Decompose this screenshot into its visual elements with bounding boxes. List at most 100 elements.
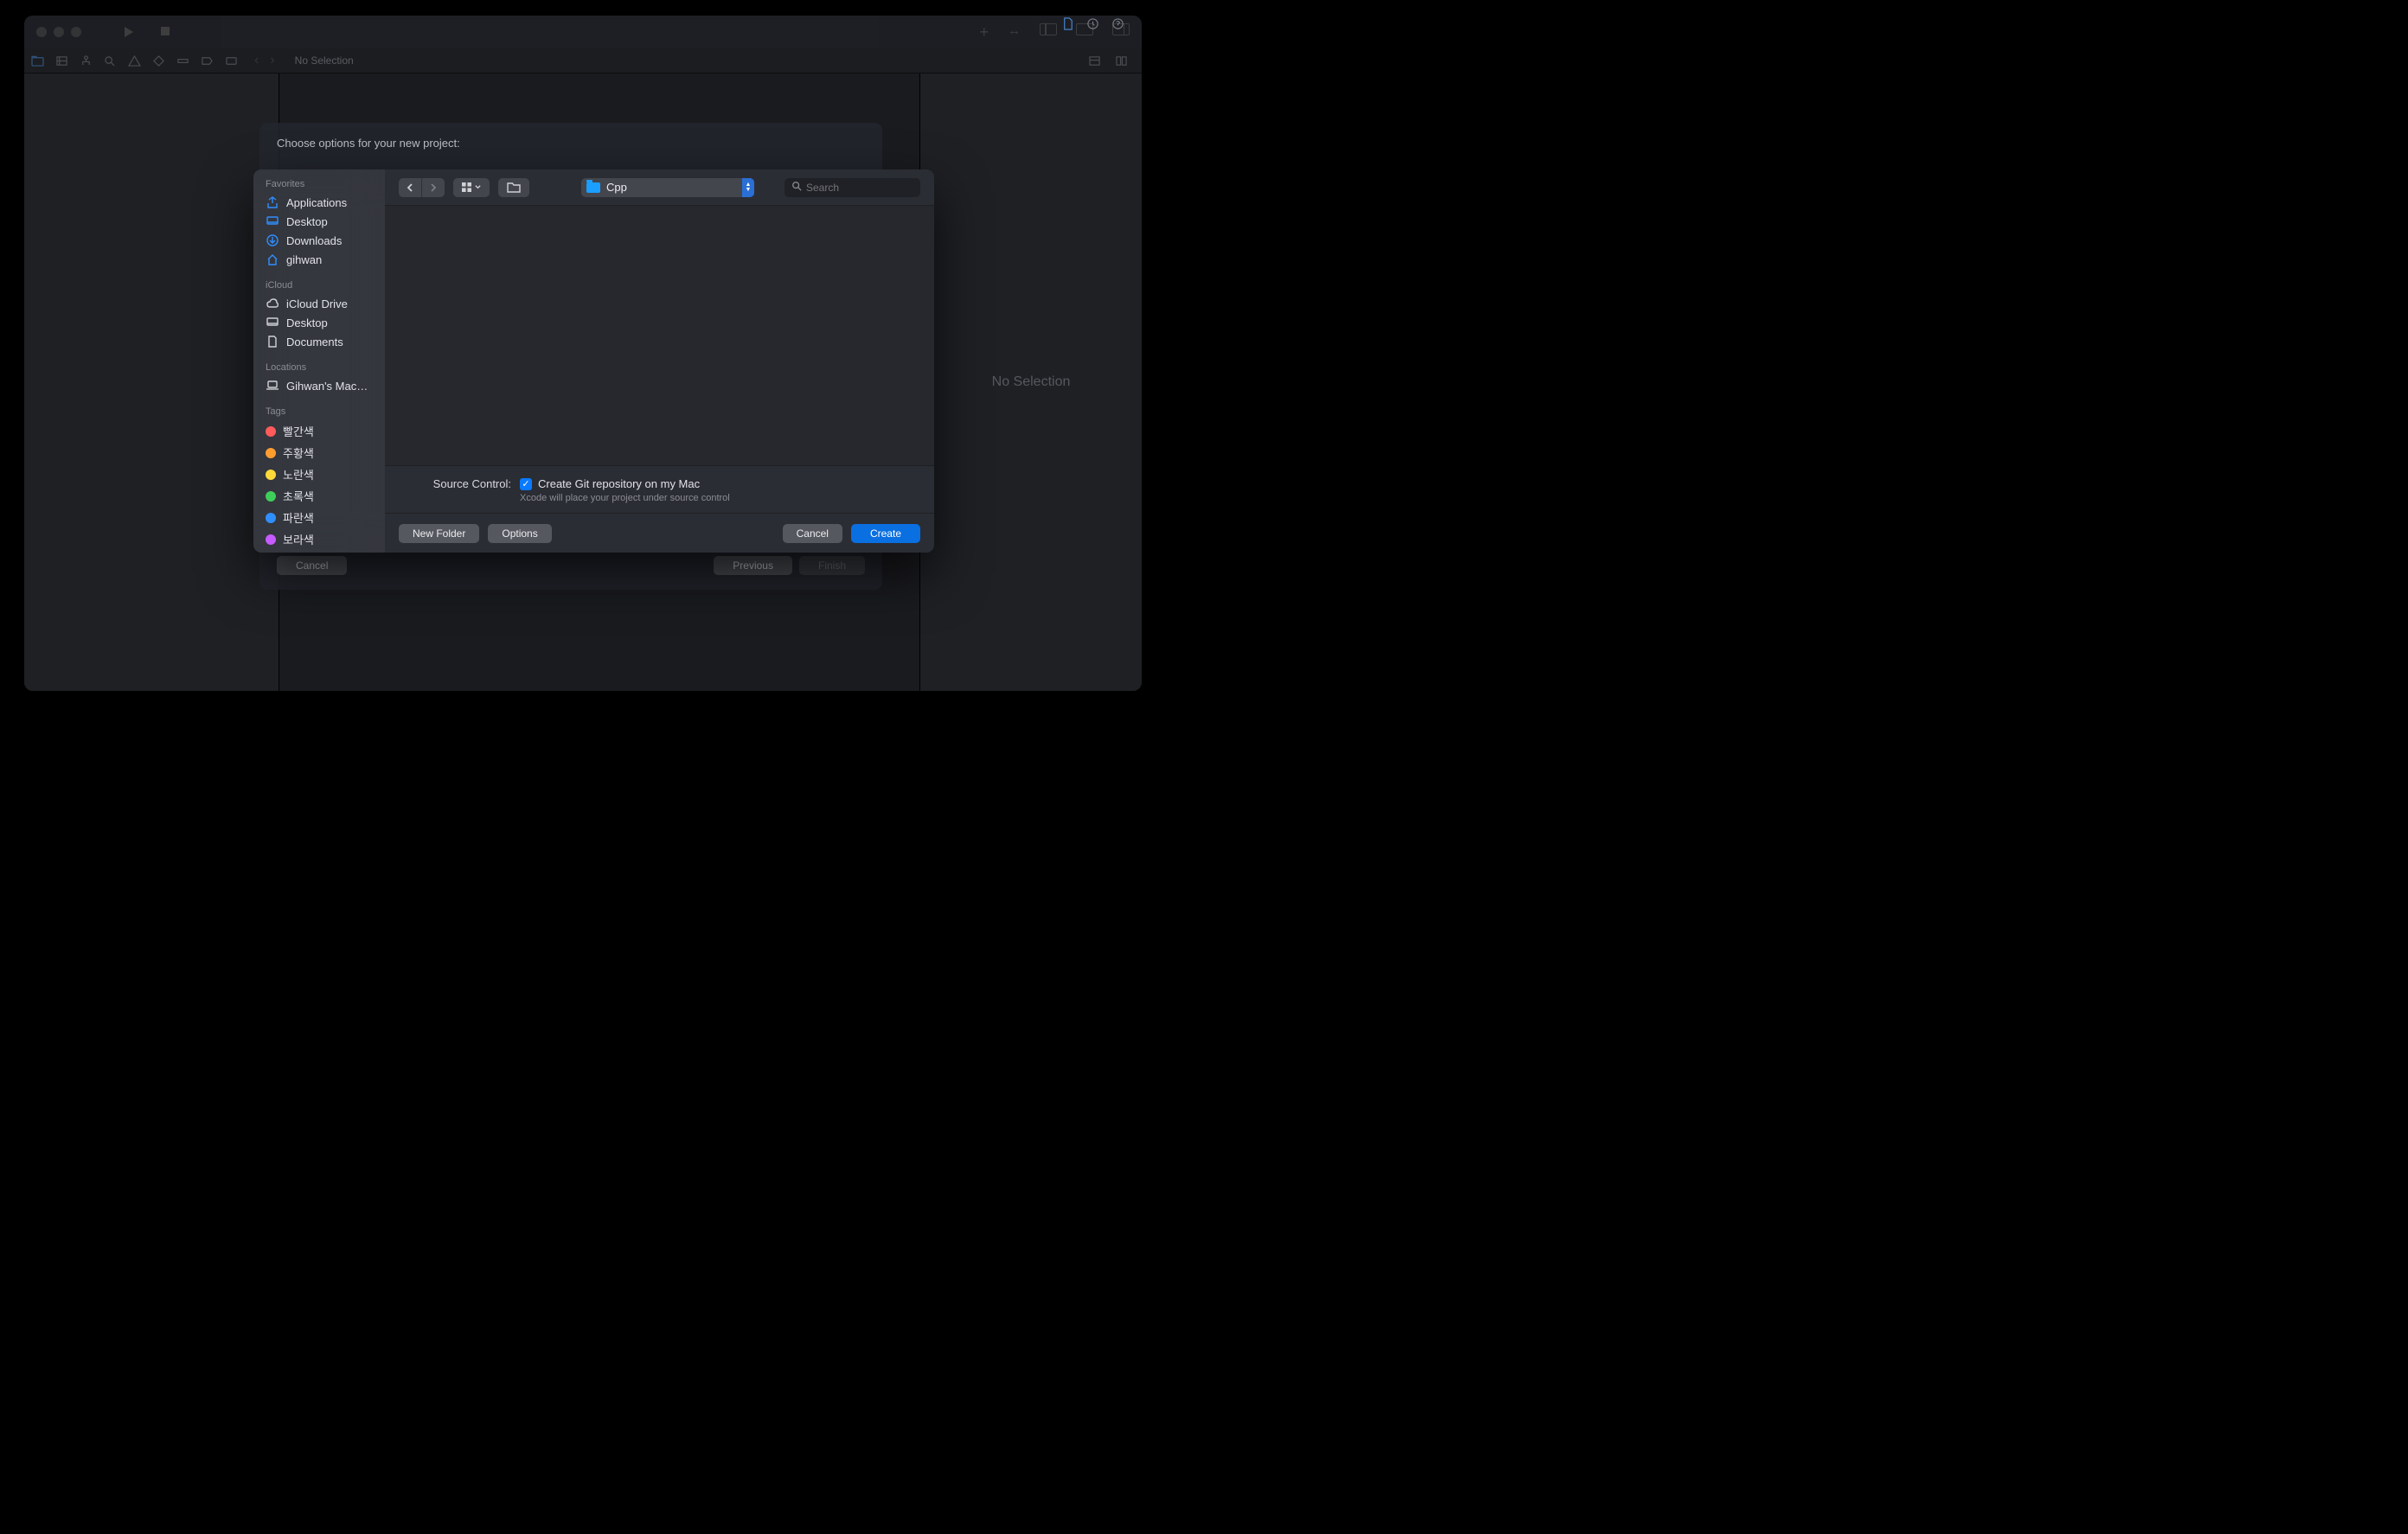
sidebar-item-desktop[interactable]: Desktop [253,212,385,231]
sidebar-item-label: gihwan [286,253,322,266]
sidebar-item-label: 빨간색 [283,423,314,439]
inspector-empty-text: No Selection [992,374,1071,390]
wizard-finish-button: Finish [799,556,865,575]
forward-button [422,178,445,197]
back-button[interactable] [399,178,421,197]
options-button[interactable]: Options [488,524,551,543]
search-icon [104,55,117,67]
source-control-label: Source Control: [400,477,520,503]
tag-dot-icon [266,470,276,480]
tag-dot-icon [266,534,276,545]
sidebar-item-label: Desktop [286,316,328,329]
source-control-row: Source Control: ✓ Create Git repository … [385,465,934,513]
apps-icon [266,195,279,209]
search-box[interactable] [785,178,920,197]
sidebar-item-downloads[interactable]: Downloads [253,231,385,250]
save-button-bar: New Folder Options Cancel Create [385,513,934,553]
navigator-panel [24,74,279,691]
view-mode[interactable] [453,178,490,197]
save-toolbar: Cpp ▲▼ [385,169,934,206]
folder-icon [31,55,44,67]
breakpoint-icon [201,55,214,67]
sidebar-tag-item[interactable]: 노란색 [253,463,385,485]
save-sidebar: Favorites Applications Desktop Downloads… [253,169,385,553]
downloads-icon [266,233,279,247]
adjust-icon [1115,55,1128,67]
source-control-hint: Xcode will place your project under sour… [520,493,919,503]
sidebar-item-label: 파란색 [283,509,314,526]
sidebar-item-label: iCloud Drive [286,297,348,310]
run-icon [125,27,135,37]
sidebar-tag-item[interactable]: 보라색 [253,528,385,550]
history-inspector-icon [1086,17,1099,30]
sidebar-item-documents[interactable]: Documents [253,332,385,351]
new-folder-button[interactable]: New Folder [399,524,479,543]
help-inspector-icon [1111,17,1124,30]
tests-icon [152,55,165,67]
tag-dot-icon [266,448,276,458]
sidebar-tag-item[interactable]: 주황색 [253,442,385,463]
jump-bar-text: No Selection [295,54,354,67]
icloud-header: iCloud [253,278,385,294]
nav-back-forward[interactable] [399,178,445,197]
sidebar-item-icloud-desktop[interactable]: Desktop [253,313,385,332]
navigator-toolbar: ‹ › No Selection [24,48,1142,74]
sidebar-item-label: Downloads [286,234,342,247]
tag-dot-icon [266,513,276,523]
cancel-button[interactable]: Cancel [783,524,842,543]
wizard-previous-button[interactable]: Previous [714,556,792,575]
symbol-icon [80,55,93,67]
sidebar-item-applications[interactable]: Applications [253,193,385,212]
sidebar-item-label: Gihwan's Mac… [286,380,368,393]
issues-icon [128,55,141,67]
traffic-lights[interactable] [36,27,81,37]
report-icon [225,55,238,67]
sidebar-item-label: Applications [286,196,347,209]
save-main: Cpp ▲▼ Source Control: ✓ Create Git repo… [385,169,934,553]
group-button[interactable] [498,178,529,197]
library-icon [1040,23,1057,35]
folder-icon [586,182,600,193]
sidebar-item-label: 노란색 [283,466,314,483]
cloud-icon [266,297,279,310]
sidebar-item-icloud-drive[interactable]: iCloud Drive [253,294,385,313]
locations-header: Locations [253,360,385,376]
titlebar: + ↔ [24,16,1142,48]
outline-icon [1088,55,1101,67]
search-icon [791,181,802,194]
debug-icon [176,55,189,67]
save-panel: Favorites Applications Desktop Downloads… [253,169,934,553]
current-folder-label: Cpp [606,181,627,194]
sidebar-item-mac[interactable]: Gihwan's Mac… [253,376,385,395]
desktop-icon [266,316,279,329]
path-popup[interactable]: Cpp ▲▼ [581,178,754,197]
desktop-icon [266,214,279,228]
sidebar-item-label: 주황색 [283,444,314,461]
view-grid-button[interactable] [453,178,490,197]
git-checkbox-label: Create Git repository on my Mac [538,477,700,490]
doc-icon [266,335,279,348]
tag-dot-icon [266,491,276,502]
inspector-panel: No Selection [919,74,1142,691]
wizard-cancel-button[interactable]: Cancel [277,556,347,575]
sidebar-tag-item[interactable]: 빨간색 [253,420,385,442]
git-checkbox[interactable]: ✓ [520,478,532,490]
group-folder-button[interactable] [498,178,529,197]
plus-icon: + [979,23,989,42]
home-icon [266,252,279,266]
create-button[interactable]: Create [851,524,920,543]
tag-dot-icon [266,426,276,437]
search-input[interactable] [806,182,913,194]
tags-header: Tags [253,404,385,420]
sidebar-item-label: Documents [286,336,343,348]
sidebar-tag-item[interactable]: 파란색 [253,507,385,528]
sidebar-tag-item[interactable]: 초록색 [253,485,385,507]
file-inspector-icon [1061,17,1074,30]
sidebar-item-home[interactable]: gihwan [253,250,385,269]
chevron-updown-icon: ▲▼ [742,178,754,197]
sidebar-item-label: Desktop [286,215,328,228]
sidebar-item-label: 보라색 [283,531,314,547]
file-browser[interactable] [385,206,934,465]
laptop-icon [266,379,279,393]
sidebar-item-label: 초록색 [283,488,314,504]
